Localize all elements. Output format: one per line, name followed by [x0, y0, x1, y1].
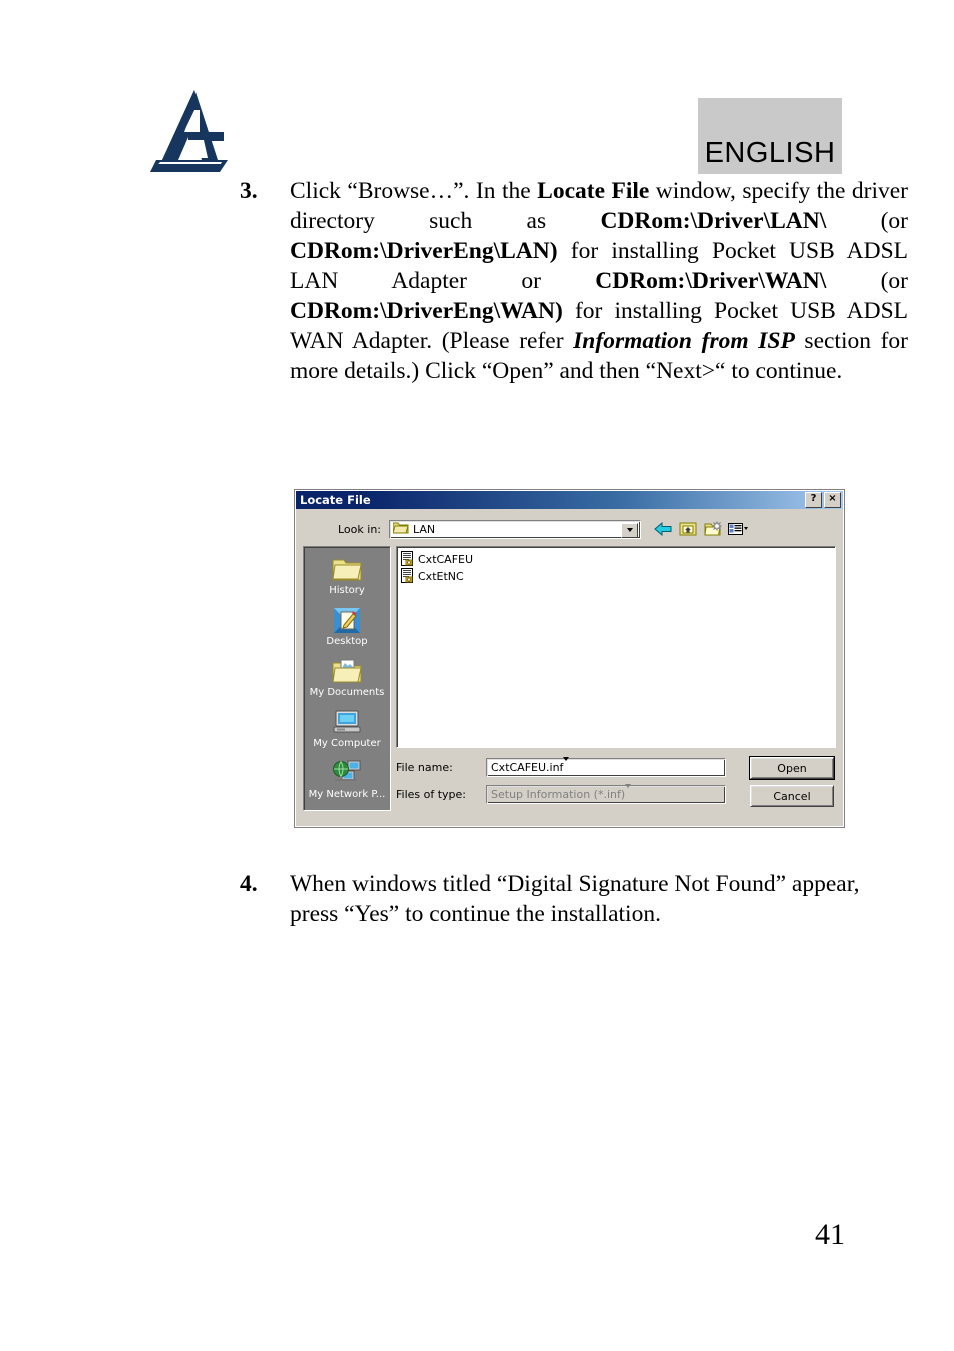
- dialog-toolbar: [653, 520, 748, 539]
- dialog-titlebar[interactable]: Locate File ? ×: [296, 491, 843, 509]
- step-3-text: Click “Browse…”. In the Locate File wind…: [290, 176, 908, 386]
- page-number: 41: [815, 1218, 845, 1251]
- open-folder-icon: [392, 521, 409, 537]
- up-one-level-icon[interactable]: [678, 520, 698, 539]
- my-documents-icon: [332, 655, 362, 687]
- place-label: My Computer: [313, 738, 381, 749]
- dialog-title: Locate File: [300, 493, 371, 507]
- step-3: 3. Click “Browse…”. In the Locate File w…: [230, 176, 908, 386]
- setup-information-icon: [401, 567, 414, 586]
- places-bar: History Desktop My Documents My Computer…: [303, 546, 391, 811]
- step-4: 4. When windows titled “Digital Signatur…: [230, 869, 908, 929]
- dialog-right-column: CxtCAFEU CxtEtNC File name: CxtCAFEU.inf…: [396, 546, 836, 811]
- instructions-content: 3. Click “Browse…”. In the Locate File w…: [0, 176, 954, 386]
- filetype-value: Setup Information (*.inf): [491, 788, 626, 801]
- file-name-label: CxtEtNC: [418, 570, 464, 583]
- form-fields: File name: CxtCAFEU.inf Files of type: S…: [396, 757, 742, 811]
- my-computer-icon: [332, 706, 362, 738]
- back-icon[interactable]: [653, 520, 673, 539]
- desktop-icon: [333, 604, 361, 636]
- filetype-row: Files of type: Setup Information (*.inf): [396, 784, 742, 805]
- place-label: My Network P...: [308, 789, 386, 800]
- dialog-body: Look in: LAN History Desktop My Document…: [295, 510, 844, 811]
- text-run: (or: [826, 268, 909, 294]
- place-label: Desktop: [326, 636, 368, 647]
- text-run-bold: CDRom:\DriverEng\WAN): [290, 298, 563, 324]
- text-run: Click “Browse…”. In the: [290, 178, 538, 204]
- dialog-form-area: File name: CxtCAFEU.inf Files of type: S…: [396, 756, 836, 811]
- locate-file-dialog: Locate File ? × Look in: LAN History Des…: [294, 489, 845, 828]
- filetype-combobox[interactable]: Setup Information (*.inf): [486, 784, 726, 804]
- setup-information-icon: [401, 550, 414, 569]
- views-icon[interactable]: [728, 520, 748, 539]
- atlantis-land-logo: [148, 88, 236, 174]
- filename-label: File name:: [396, 761, 453, 774]
- help-icon[interactable]: ?: [805, 492, 822, 508]
- history-folder-icon: [332, 553, 362, 585]
- place-my-network-places[interactable]: My Network P...: [304, 757, 390, 808]
- filetype-label: Files of type:: [396, 788, 467, 801]
- lookin-dropdown-arrow[interactable]: [621, 522, 638, 538]
- new-folder-icon[interactable]: [703, 520, 723, 539]
- filename-row: File name: CxtCAFEU.inf: [396, 757, 742, 778]
- lookin-combobox[interactable]: LAN: [389, 519, 641, 539]
- place-label: My Documents: [309, 687, 385, 698]
- file-list-item[interactable]: CxtCAFEU: [401, 550, 835, 569]
- dialog-buttons: Open Cancel: [742, 756, 836, 811]
- filename-input[interactable]: CxtCAFEU.inf: [486, 757, 726, 777]
- lookin-label: Look in:: [338, 522, 381, 536]
- text-run-bold: CDRom:\DriverEng\LAN): [290, 238, 558, 264]
- file-name-label: CxtCAFEU: [418, 553, 474, 566]
- place-my-documents[interactable]: My Documents: [304, 655, 390, 706]
- open-button[interactable]: Open: [749, 756, 835, 780]
- language-badge: ENGLISH: [698, 98, 842, 174]
- dialog-main-row: History Desktop My Documents My Computer…: [303, 546, 836, 811]
- page-header: ENGLISH: [0, 0, 954, 180]
- language-badge-label: ENGLISH: [704, 137, 836, 169]
- filetype-dropdown-arrow[interactable]: [625, 784, 632, 801]
- place-label: History: [329, 585, 365, 596]
- my-network-places-icon: [332, 757, 362, 789]
- place-my-computer[interactable]: My Computer: [304, 706, 390, 757]
- text-run: (or: [826, 208, 908, 234]
- file-list[interactable]: CxtCAFEU CxtEtNC: [396, 546, 836, 748]
- cancel-button[interactable]: Cancel: [750, 785, 834, 807]
- place-desktop[interactable]: Desktop: [304, 604, 390, 655]
- file-list-item[interactable]: CxtEtNC: [401, 567, 835, 586]
- text-run-bold: CDRom:\Driver\LAN\: [600, 208, 827, 234]
- text-run: When windows titled “Digital Signature N…: [290, 871, 860, 927]
- lookin-value: LAN: [413, 522, 436, 536]
- close-icon[interactable]: ×: [824, 492, 841, 508]
- text-run-bold: Locate File: [537, 178, 650, 204]
- text-run-bold-italic: Information from ISP: [573, 328, 795, 354]
- step-3-number: 3.: [240, 178, 258, 204]
- step-4-text: When windows titled “Digital Signature N…: [290, 869, 908, 929]
- filename-dropdown-arrow[interactable]: [563, 757, 570, 774]
- filename-value: CxtCAFEU.inf: [491, 761, 564, 774]
- step-4-number: 4.: [240, 871, 258, 897]
- lookin-row: Look in: LAN: [303, 518, 836, 540]
- text-run-bold: CDRom:\Driver\WAN\: [595, 268, 827, 294]
- place-history[interactable]: History: [304, 553, 390, 604]
